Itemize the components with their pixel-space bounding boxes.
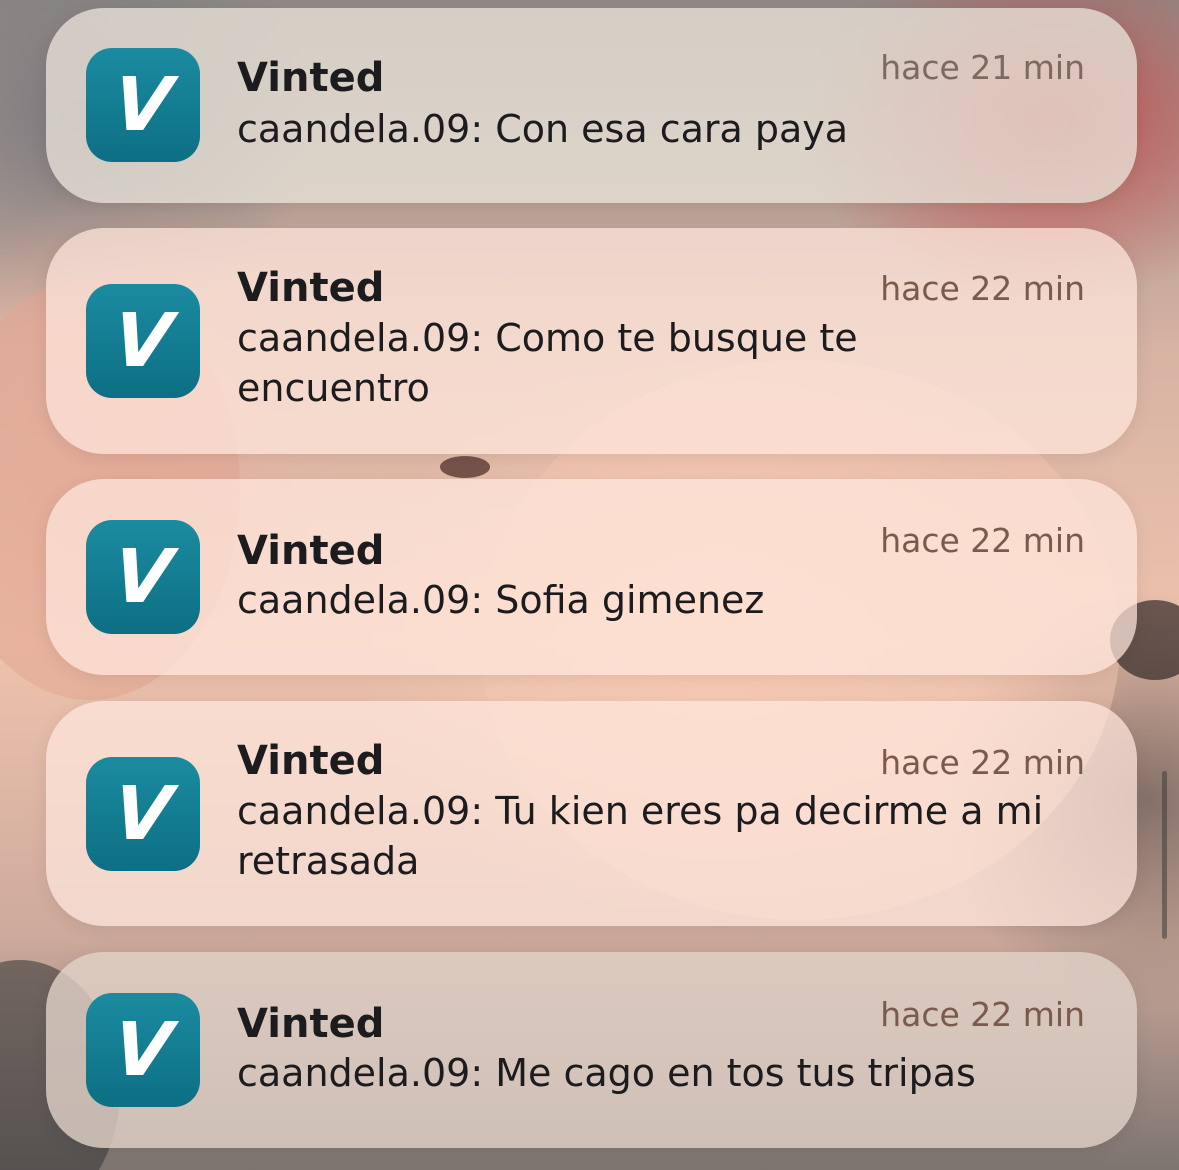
- notification-time: hace 22 min: [880, 521, 1085, 560]
- app-name: Vinted: [237, 1001, 385, 1047]
- vinted-app-icon: V: [86, 48, 200, 162]
- notification-message: caandela.09: Sofia gimenez: [237, 578, 765, 622]
- vinted-logo-icon: V: [109, 771, 177, 857]
- vinted-app-icon: V: [86, 757, 200, 871]
- notification-time: hace 22 min: [880, 269, 1085, 308]
- notification-message: caandela.09: Como te busque te encuentro: [237, 316, 858, 410]
- vinted-logo-icon: V: [109, 1007, 177, 1093]
- app-name: Vinted: [237, 528, 385, 574]
- notification-card[interactable]: V Vinted hace 22 min caandela.09: Sofia …: [46, 479, 1137, 675]
- notification-time: hace 22 min: [880, 743, 1085, 782]
- vinted-logo-icon: V: [109, 534, 177, 620]
- vinted-app-icon: V: [86, 284, 200, 398]
- app-name: Vinted: [237, 55, 385, 101]
- notification-card[interactable]: V Vinted hace 22 min caandela.09: Me cag…: [46, 952, 1137, 1148]
- vinted-app-icon: V: [86, 520, 200, 634]
- app-name: Vinted: [237, 265, 385, 311]
- notification-time: hace 22 min: [880, 995, 1085, 1034]
- notification-message: caandela.09: Con esa cara paya: [237, 107, 849, 151]
- notification-card[interactable]: V Vinted hace 21 min caandela.09: Con es…: [46, 8, 1137, 203]
- notification-card[interactable]: V Vinted hace 22 min caandela.09: Como t…: [46, 228, 1137, 454]
- notification-card[interactable]: V Vinted hace 22 min caandela.09: Tu kie…: [46, 701, 1137, 926]
- notification-message: caandela.09: Tu kien eres pa decirme a m…: [237, 789, 1044, 883]
- app-name: Vinted: [237, 738, 385, 784]
- notification-time: hace 21 min: [880, 48, 1085, 87]
- notification-message: caandela.09: Me cago en tos tus tripas: [237, 1051, 976, 1095]
- vinted-logo-icon: V: [109, 298, 177, 384]
- wallpaper-eye: [440, 456, 490, 478]
- vinted-logo-icon: V: [109, 62, 177, 148]
- scrollbar[interactable]: [1162, 771, 1167, 939]
- vinted-app-icon: V: [86, 993, 200, 1107]
